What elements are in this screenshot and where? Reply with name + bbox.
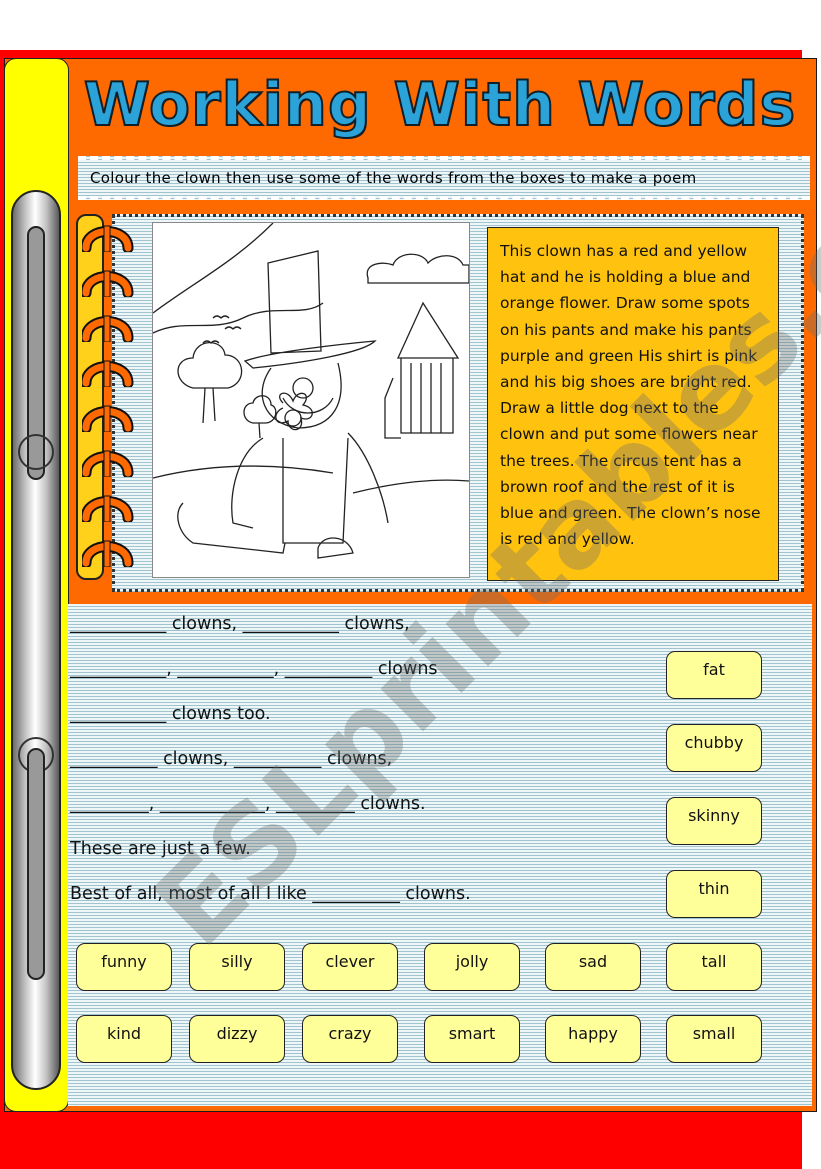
tree-small-icon <box>243 395 277 439</box>
instruction-banner: Colour the clown then use some of the wo… <box>78 156 810 200</box>
word-box-happy[interactable]: happy <box>545 1015 641 1063</box>
spiral-ring-icon <box>80 218 136 254</box>
word-box-clever[interactable]: clever <box>302 943 398 991</box>
colouring-instructions-text: This clown has a red and yellow hat and … <box>500 242 761 549</box>
mountain-line <box>152 302 324 334</box>
background-hill <box>152 222 274 314</box>
clown-drawing <box>152 222 470 559</box>
word-box-kind[interactable]: kind <box>76 1015 172 1063</box>
poem-line-7[interactable]: Best of all, most of all I like ________… <box>70 884 471 904</box>
spiral-ring-icon <box>80 488 136 524</box>
instruction-text: Colour the clown then use some of the wo… <box>90 169 697 187</box>
spiral-ring-icon <box>80 443 136 479</box>
word-box-sad[interactable]: sad <box>545 943 641 991</box>
poem-line-2[interactable]: ___________, ___________, __________ clo… <box>70 659 438 679</box>
poem-line-1[interactable]: ___________ clowns, ___________ clowns, <box>70 614 410 634</box>
word-box-fat[interactable]: fat <box>666 651 762 699</box>
word-box-chubby[interactable]: chubby <box>666 724 762 772</box>
flower-icon <box>284 409 302 427</box>
poem-line-3[interactable]: ___________ clowns too. <box>70 704 271 724</box>
word-box-jolly[interactable]: jolly <box>424 943 520 991</box>
word-box-small[interactable]: small <box>666 1015 762 1063</box>
clown-body-icon <box>231 432 389 544</box>
colouring-instructions-box: This clown has a red and yellow hat and … <box>487 227 779 581</box>
spiral-ring-icon <box>80 263 136 299</box>
binder-ring-top-icon <box>18 434 54 470</box>
bird-icon <box>212 315 230 319</box>
word-box-thin[interactable]: thin <box>666 870 762 918</box>
tent-icon <box>396 301 460 434</box>
spiral-ring-icon <box>80 308 136 344</box>
poem-line-5[interactable]: _________, ____________, _________ clown… <box>70 794 426 814</box>
page-title: Working With Words <box>83 69 797 141</box>
word-box-skinny[interactable]: skinny <box>666 797 762 845</box>
spiral-ring-icon <box>80 353 136 389</box>
spiral-ring-icon <box>80 398 136 434</box>
hill-line-right <box>352 479 470 494</box>
poem-line-4[interactable]: __________ clowns, __________ clowns, <box>70 749 392 769</box>
flower-petals <box>275 392 313 431</box>
binder-slot-bottom <box>27 748 45 980</box>
word-box-tall[interactable]: tall <box>666 943 762 991</box>
clown-nose-icon <box>292 377 314 399</box>
tent-small-icon <box>384 377 401 439</box>
tree-icon <box>177 342 243 424</box>
hill-line-left <box>152 465 334 479</box>
word-box-dizzy[interactable]: dizzy <box>189 1015 285 1063</box>
spiral-ring-icon <box>80 533 136 569</box>
word-box-smart[interactable]: smart <box>424 1015 520 1063</box>
word-box-funny[interactable]: funny <box>76 943 172 991</box>
poem-line-6: These are just a few. <box>70 839 251 859</box>
cloud-icon <box>366 253 470 284</box>
word-box-crazy[interactable]: crazy <box>302 1015 398 1063</box>
clown-shoe-icon <box>177 502 354 559</box>
clown-colouring-image[interactable] <box>152 222 470 578</box>
word-box-silly[interactable]: silly <box>189 943 285 991</box>
bird-icon <box>224 326 242 330</box>
